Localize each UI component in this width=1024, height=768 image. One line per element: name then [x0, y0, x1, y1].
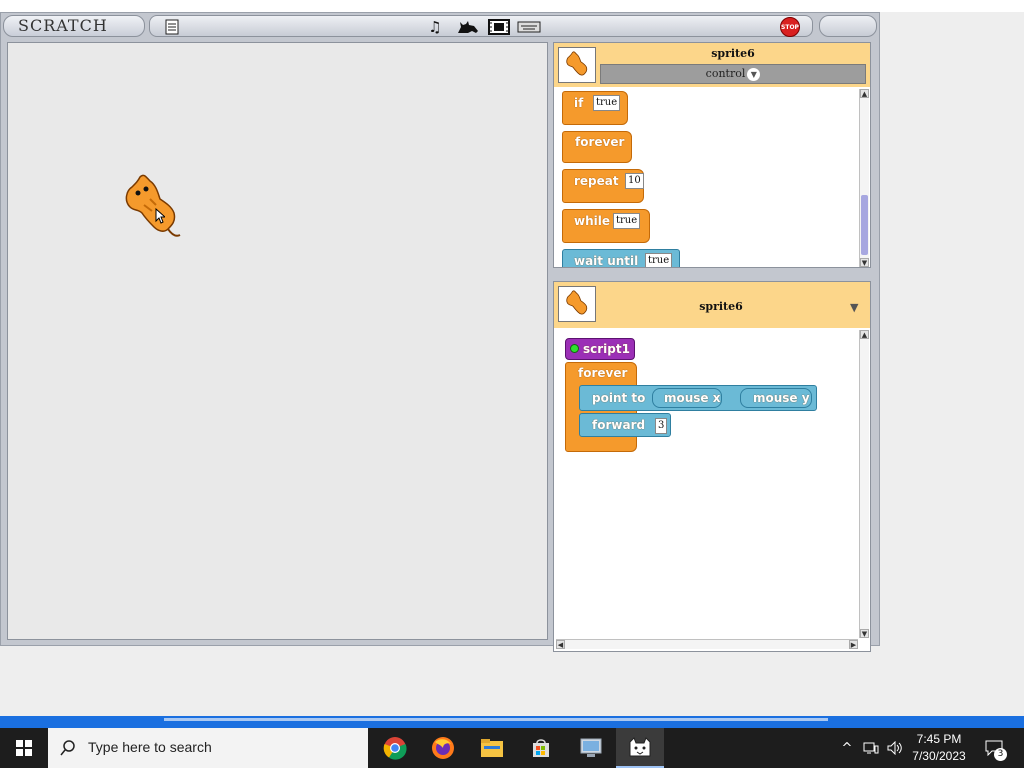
chevron-up-icon[interactable]: ^: [838, 728, 856, 768]
chevron-down-icon[interactable]: ▼: [747, 67, 761, 81]
palette-header: sprite6 control ▼: [554, 43, 870, 87]
firefox-icon[interactable]: [419, 728, 467, 768]
keyboard-icon[interactable]: [516, 18, 542, 36]
if-block[interactable]: if true: [562, 91, 628, 125]
chevron-down-icon[interactable]: ▼: [850, 301, 858, 314]
desktop-edge-highlight: [164, 718, 828, 721]
mouse-cursor-icon: [155, 208, 165, 224]
wait-until-block[interactable]: wait until true: [562, 249, 680, 267]
sprite-name: sprite6: [699, 300, 743, 313]
forward-steps-slot[interactable]: 3: [655, 418, 668, 434]
sprite-thumbnail[interactable]: [558, 286, 596, 322]
notes-icon[interactable]: [162, 18, 182, 36]
scroll-up-icon[interactable]: ▲: [860, 89, 869, 98]
notification-badge: 3: [994, 748, 1007, 761]
taskbar-clock[interactable]: 7:45 PM 7/30/2023: [906, 731, 972, 765]
script-vertical-scrollbar[interactable]: ▲ ▼: [859, 330, 869, 638]
while-condition-slot[interactable]: true: [613, 213, 641, 229]
top-strip: [0, 0, 1024, 12]
stage[interactable]: [7, 42, 548, 640]
search-icon: [60, 740, 75, 756]
if-condition-slot[interactable]: true: [593, 95, 621, 111]
script-hat-block[interactable]: script1: [565, 338, 635, 360]
film-icon[interactable]: [487, 18, 511, 36]
scroll-thumb[interactable]: [861, 195, 868, 255]
scroll-left-icon[interactable]: ◀: [556, 640, 565, 649]
sprite-cat[interactable]: [120, 171, 182, 243]
mouse-y-reporter[interactable]: mouse y: [740, 388, 812, 408]
wait-until-slot[interactable]: true: [645, 253, 673, 267]
while-block[interactable]: while true: [562, 209, 650, 243]
volume-icon[interactable]: [884, 728, 906, 768]
network-icon[interactable]: [860, 728, 882, 768]
forever-block[interactable]: forever: [562, 131, 632, 163]
start-button[interactable]: [0, 728, 48, 768]
notification-center-icon[interactable]: 3: [980, 728, 1008, 768]
repeat-block[interactable]: repeat 10: [562, 169, 644, 203]
scratch-logo: SCRATCH: [3, 15, 145, 37]
palette-blocks: if true forever repeat 10 while true wai…: [554, 87, 858, 267]
search-placeholder: Type here to search: [88, 739, 212, 755]
point-to-block[interactable]: point to mouse x mouse y: [579, 385, 817, 411]
script-panel: sprite6 ▼ script1 forever point to mouse…: [553, 281, 871, 652]
clock-time: 7:45 PM: [916, 732, 962, 746]
taskbar: Type here to search ^ 7:45 PM 7/30/2023 …: [0, 728, 1024, 768]
scroll-down-icon[interactable]: ▼: [860, 629, 869, 638]
taskbar-search[interactable]: Type here to search: [48, 728, 368, 768]
music-note-icon[interactable]: ♫: [425, 18, 445, 36]
block-palette-panel: sprite6 control ▼ if true forever repeat …: [553, 42, 871, 268]
sprite-thumbnail[interactable]: [558, 47, 596, 83]
mouse-x-reporter[interactable]: mouse x: [652, 388, 722, 408]
scroll-down-icon[interactable]: ▼: [860, 258, 869, 267]
file-explorer-icon[interactable]: [468, 728, 516, 768]
stop-button[interactable]: STOP: [780, 17, 800, 37]
palette-vertical-scrollbar[interactable]: ▲ ▼: [859, 89, 869, 267]
microsoft-store-icon[interactable]: [517, 728, 565, 768]
sprite-name: sprite6: [711, 47, 755, 60]
remote-desktop-icon[interactable]: [567, 728, 615, 768]
category-selector[interactable]: control ▼: [600, 64, 866, 84]
windows-logo-icon: [16, 740, 32, 756]
scroll-up-icon[interactable]: ▲: [860, 330, 869, 339]
script-horizontal-scrollbar[interactable]: ◀ ▶: [556, 639, 858, 649]
desktop-edge: [0, 716, 1024, 728]
forward-block[interactable]: forward 3: [579, 413, 671, 437]
green-flag-icon: [570, 344, 579, 353]
clock-date: 7/30/2023: [912, 749, 966, 763]
repeat-count-slot[interactable]: 10: [625, 173, 644, 189]
scroll-right-icon[interactable]: ▶: [849, 640, 858, 649]
category-label: control: [705, 67, 746, 80]
window-tab-right[interactable]: [819, 15, 877, 37]
script-panel-header: sprite6 ▼: [554, 282, 870, 328]
scratch-window: SCRATCH ♫ STOP sprite6 control ▼ if true…: [0, 12, 880, 652]
toolbar: ♫ STOP: [149, 15, 813, 37]
scratch-app-icon[interactable]: [616, 728, 664, 768]
chrome-icon[interactable]: [371, 728, 419, 768]
cat-icon[interactable]: [455, 18, 481, 36]
